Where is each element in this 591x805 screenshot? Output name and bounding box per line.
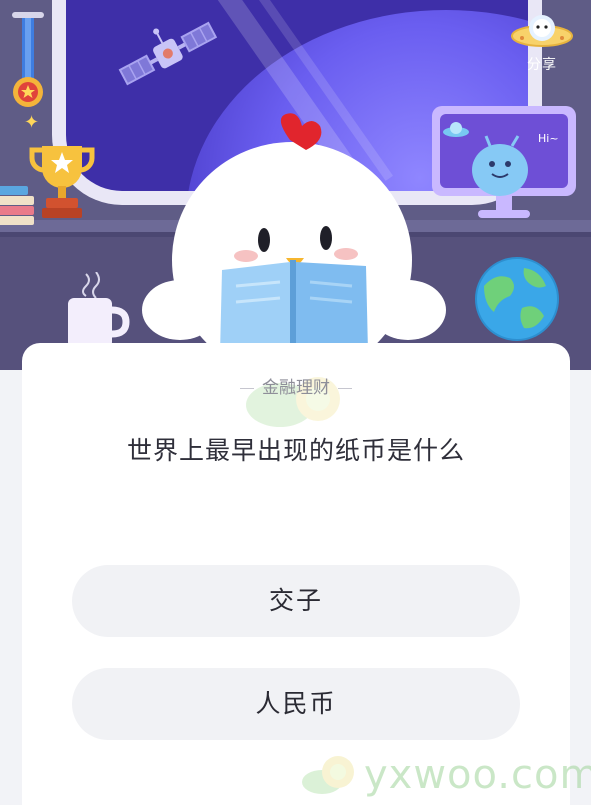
category-label: 金融理财	[22, 373, 570, 398]
divider-dash	[338, 387, 352, 389]
satellite-icon	[118, 21, 218, 86]
snail-logo-icon	[302, 756, 354, 794]
ufo-icon	[511, 15, 573, 47]
share-button[interactable]: 分享	[505, 8, 579, 74]
monitor-greeting: Hi~	[538, 132, 559, 145]
share-label: 分享	[527, 57, 557, 73]
sparkle-icon: ✦	[24, 112, 40, 133]
chick-mascot	[142, 113, 446, 360]
answer-option-1[interactable]: 交子	[72, 565, 520, 637]
mug-icon	[68, 272, 130, 348]
watermark-text: yxwoo.com	[364, 752, 591, 798]
header-illustration: ✦ Hi~ 分享	[0, 0, 591, 370]
question-text: 世界上最早出现的纸币是什么	[126, 436, 465, 465]
site-watermark: yxwoo.com	[300, 752, 591, 798]
trophy-icon	[29, 146, 95, 218]
medal-icon	[12, 12, 44, 107]
divider-dash	[240, 387, 254, 389]
quiz-screen: ✦ Hi~ 分享 金融理财 世界上最早出现的纸币是什么 交子 人民币 yxwoo…	[0, 0, 591, 805]
question-card: 金融理财 世界上最早出现的纸币是什么 交子 人民币	[22, 343, 570, 805]
globe-icon	[475, 257, 559, 341]
category-text: 金融理财	[262, 378, 330, 398]
books-icon	[0, 186, 34, 225]
answer-option-2[interactable]: 人民币	[72, 668, 520, 740]
